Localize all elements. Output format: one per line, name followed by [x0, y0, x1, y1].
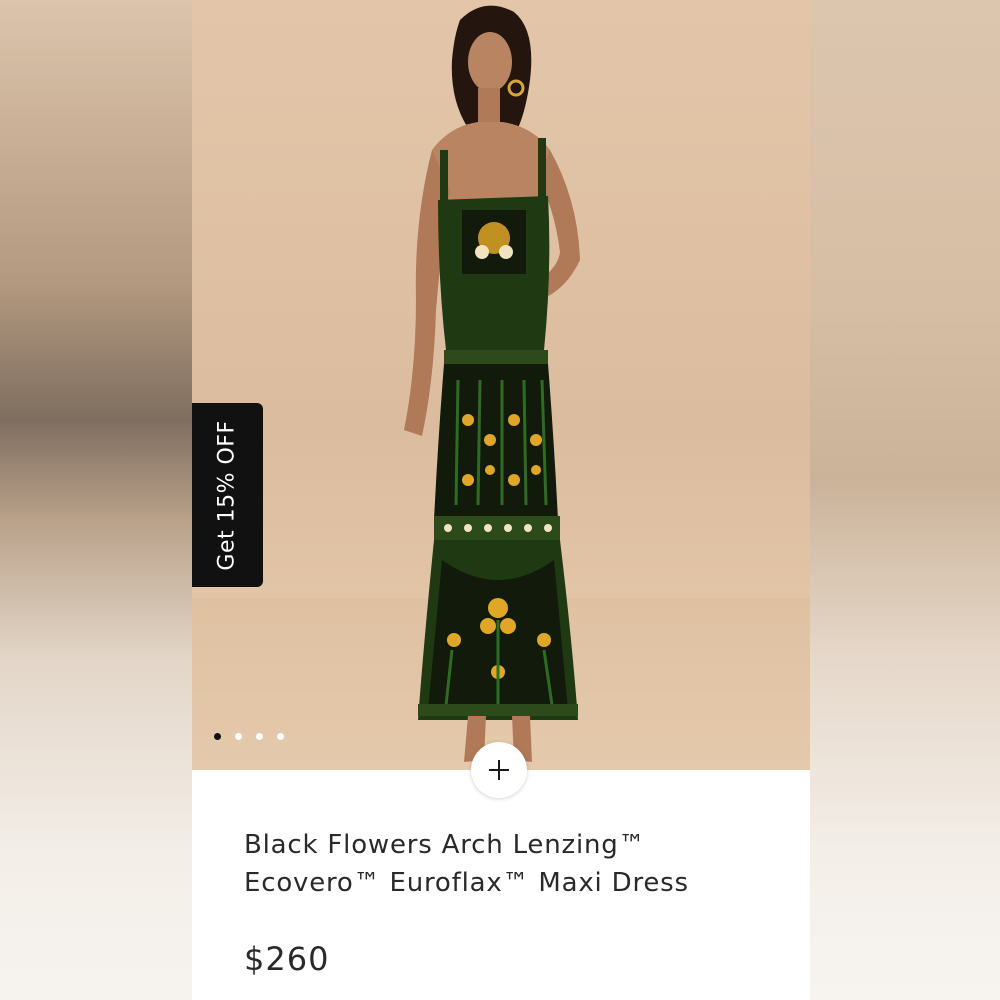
gallery-dot-3[interactable]	[256, 733, 263, 740]
gallery-dot-2[interactable]	[235, 733, 242, 740]
product-card: Get 15% OFF Black Flowers Arch Lenzing™ …	[192, 0, 810, 1000]
gallery-dot-4[interactable]	[277, 733, 284, 740]
promo-label: Get 15% OFF	[215, 419, 240, 571]
plus-icon	[489, 760, 509, 780]
add-to-bag-button[interactable]	[471, 742, 527, 798]
product-title: Black Flowers Arch Lenzing™ Ecovero™ Eur…	[244, 826, 784, 902]
blurred-left-panel	[0, 0, 192, 1000]
blurred-right-panel	[810, 0, 1000, 1000]
gallery-dot-1[interactable]	[214, 733, 221, 740]
product-photo	[404, 5, 580, 762]
product-title-line-1: Black Flowers Arch Lenzing™	[244, 830, 646, 860]
product-title-line-2: Ecovero™ Euroflax™ Maxi Dress	[244, 868, 689, 898]
product-image-gallery[interactable]: Get 15% OFF	[192, 0, 810, 770]
gallery-pagination	[214, 733, 284, 740]
product-price: $260	[244, 940, 330, 978]
promo-discount-tab[interactable]: Get 15% OFF	[192, 403, 263, 587]
